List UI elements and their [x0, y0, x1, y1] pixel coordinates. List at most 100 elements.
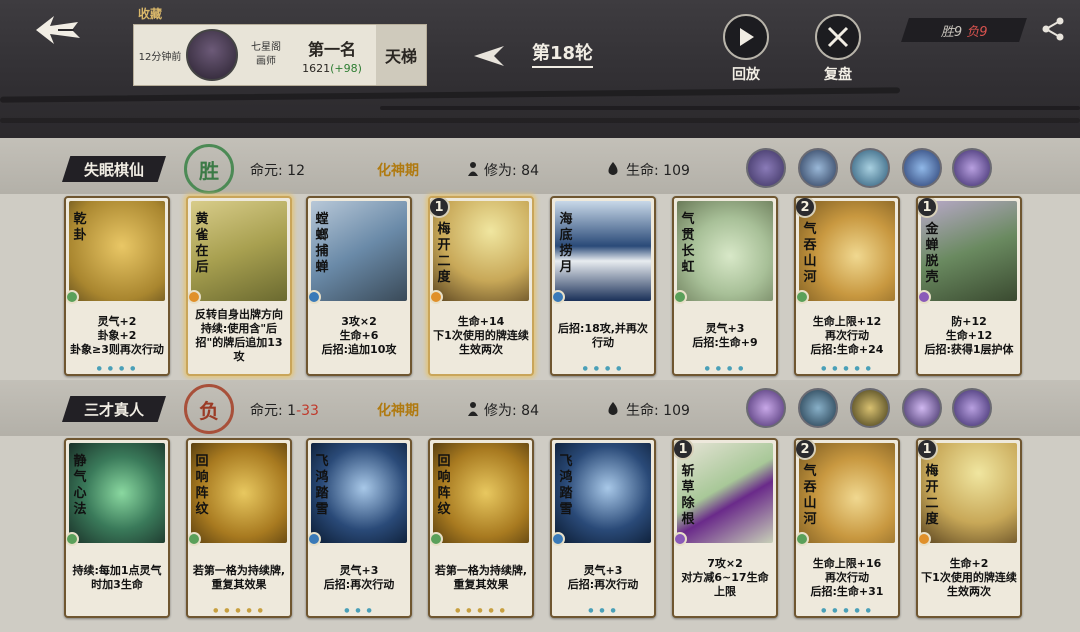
brush-stroke: [380, 106, 1080, 110]
card-type-gem: [552, 532, 565, 546]
card[interactable]: 1 梅开二度 生命+2 下1次使用的牌连续生效两次: [916, 438, 1022, 618]
card-desc-text: 反转自身出牌方向 持续:使用含"后招"的牌后追加13攻: [195, 308, 283, 363]
card-desc-text: 若第一格为持续牌,重复其效果: [434, 564, 528, 591]
cultivation-stat: 修为: 84: [466, 160, 539, 181]
time-ago: 12分钟前: [138, 51, 182, 63]
card-dots: ● ● ● ●: [96, 365, 138, 372]
review-button[interactable]: 复盘: [806, 14, 870, 84]
yin-yang-icon[interactable]: [952, 148, 992, 188]
character-avatar[interactable]: [798, 388, 838, 428]
back-icon[interactable]: [28, 8, 88, 52]
ladder-button[interactable]: 天梯: [376, 25, 426, 85]
player-title: 画师: [256, 56, 276, 67]
life-value: 12: [287, 163, 305, 179]
card-dots: ● ● ● ● ●: [821, 365, 873, 372]
card-title: 黄雀在后: [195, 212, 209, 275]
card-desc-text: 生命上限+16 再次行动 后招:生命+31: [810, 557, 884, 598]
crossed-swords-icon: [815, 14, 861, 60]
avatar[interactable]: [186, 29, 238, 81]
character-avatar[interactable]: [902, 148, 942, 188]
card-level: 1: [674, 440, 694, 460]
card[interactable]: 海底捞月 后招:18攻,并再次行动 ● ● ● ●: [550, 196, 656, 376]
player-header-2: 三才真人 负 命元: 1-33 化神期 修为: 84 生命: 109: [0, 384, 1080, 434]
win-loss-record: 胜9 负9: [901, 18, 1027, 42]
realm: 化神期: [377, 403, 419, 419]
card[interactable]: 乾卦 灵气+2 卦象+2 卦象≥3则再次行动 ● ● ● ●: [64, 196, 170, 376]
card-title: 回响阵纹: [195, 454, 209, 517]
card-desc: 灵气+3 后招:生命+9: [677, 306, 773, 366]
card-type-gem: [918, 290, 931, 304]
card-level: 1: [430, 198, 450, 218]
player-name[interactable]: 失眠棋仙: [62, 156, 166, 182]
hp-stat: 生命: 109: [604, 400, 690, 421]
round-label[interactable]: 第18轮: [532, 42, 594, 68]
card[interactable]: 1 斩草除根 7攻×2 对方减6~17生命上限: [672, 438, 778, 618]
card-title: 梅开二度: [925, 464, 939, 527]
favorite-label[interactable]: 收藏: [138, 5, 162, 22]
card[interactable]: 螳螂捕蝉 3攻×2 生命+6 后招:追加10攻: [306, 196, 412, 376]
card-desc-text: 7攻×2 对方减6~17生命上限: [681, 557, 769, 598]
prev-round-icon[interactable]: [470, 44, 506, 68]
life-drop-icon: [604, 401, 622, 421]
card-title: 回响阵纹: [437, 454, 451, 517]
card-title: 乾卦: [73, 212, 87, 243]
card[interactable]: 黄雀在后 反转自身出牌方向 持续:使用含"后招"的牌后追加13攻: [186, 196, 292, 376]
card-desc: 生命+2 下1次使用的牌连续生效两次: [921, 548, 1017, 608]
card-desc: 灵气+3 后招:再次行动: [555, 548, 651, 608]
card-desc: 若第一格为持续牌,重复其效果: [433, 548, 529, 608]
yin-yang-icon[interactable]: [952, 388, 992, 428]
card-desc-text: 生命+2 下1次使用的牌连续生效两次: [921, 557, 1017, 598]
card-type-gem: [430, 290, 443, 304]
card-desc: 3攻×2 生命+6 后招:追加10攻: [311, 306, 407, 366]
card[interactable]: 飞鸿踏雪 灵气+3 后招:再次行动 ● ● ●: [306, 438, 412, 618]
life-label: 命元:: [250, 403, 283, 419]
replay-button[interactable]: 回放: [714, 14, 778, 84]
card-dots: ● ● ● ●: [582, 365, 624, 372]
card-desc: 生命上限+16 再次行动 后招:生命+31: [799, 548, 895, 608]
hp-stat: 生命: 109: [604, 160, 690, 181]
card[interactable]: 气贯长虹 灵气+3 后招:生命+9 ● ● ● ●: [672, 196, 778, 376]
replay-label: 回放: [732, 67, 760, 83]
card-level: 2: [796, 198, 816, 218]
card[interactable]: 2 气吞山河 生命上限+12 再次行动 后招:生命+24 ● ● ● ● ●: [794, 196, 900, 376]
card-row: 乾卦 灵气+2 卦象+2 卦象≥3则再次行动 ● ● ● ● 黄雀在后 反转自身…: [0, 196, 1080, 378]
card-dots: ● ● ● ● ●: [455, 607, 507, 614]
player-name[interactable]: 三才真人: [62, 396, 166, 422]
card-title: 气吞山河: [803, 222, 817, 285]
card-type-gem: [188, 532, 201, 546]
card-type-gem: [552, 290, 565, 304]
card-level: 1: [918, 198, 938, 218]
character-avatar[interactable]: [850, 148, 890, 188]
card[interactable]: 飞鸿踏雪 灵气+3 后招:再次行动 ● ● ●: [550, 438, 656, 618]
review-label: 复盘: [824, 67, 852, 83]
card-desc-text: 3攻×2 生命+6 后招:追加10攻: [321, 315, 397, 356]
card-desc-text: 持续:每加1点灵气时加3生命: [72, 564, 162, 591]
card-desc-text: 生命+14 下1次使用的牌连续生效两次: [433, 315, 529, 356]
card-row: 静气心法 持续:每加1点灵气时加3生命 回响阵纹 若第一格为持续牌,重复其效果 …: [0, 438, 1080, 620]
card[interactable]: 回响阵纹 若第一格为持续牌,重复其效果 ● ● ● ● ●: [428, 438, 534, 618]
meditation-icon: [466, 401, 480, 421]
card-type-gem: [918, 532, 931, 546]
card[interactable]: 1 金蝉脱壳 防+12 生命+12 后招:获得1层护体: [916, 196, 1022, 376]
card[interactable]: 静气心法 持续:每加1点灵气时加3生命: [64, 438, 170, 618]
record-win: 胜9: [940, 24, 962, 40]
card-desc-text: 生命上限+12 再次行动 后招:生命+24: [810, 315, 884, 356]
character-avatar[interactable]: [798, 148, 838, 188]
card[interactable]: 2 气吞山河 生命上限+16 再次行动 后招:生命+31 ● ● ● ● ●: [794, 438, 900, 618]
life-delta: -33: [296, 403, 319, 419]
org-name: 七星阁: [251, 42, 281, 53]
character-avatar[interactable]: [902, 388, 942, 428]
card-desc: 持续:每加1点灵气时加3生命: [69, 548, 165, 608]
player-header-1: 失眠棋仙 胜 命元: 12 化神期 修为: 84 生命: 109: [0, 144, 1080, 194]
share-icon[interactable]: [1040, 16, 1066, 42]
card-desc-text: 后招:18攻,并再次行动: [558, 322, 648, 349]
card[interactable]: 1 梅开二度 生命+14 下1次使用的牌连续生效两次: [428, 196, 534, 376]
score-value: 1621: [302, 61, 331, 75]
result-badge: 负: [184, 384, 234, 434]
character-avatar[interactable]: [746, 388, 786, 428]
card[interactable]: 回响阵纹 若第一格为持续牌,重复其效果 ● ● ● ● ●: [186, 438, 292, 618]
character-avatar[interactable]: [850, 388, 890, 428]
rank-text: 第一名: [307, 39, 356, 59]
card-type-gem: [674, 532, 687, 546]
character-avatar[interactable]: [746, 148, 786, 188]
